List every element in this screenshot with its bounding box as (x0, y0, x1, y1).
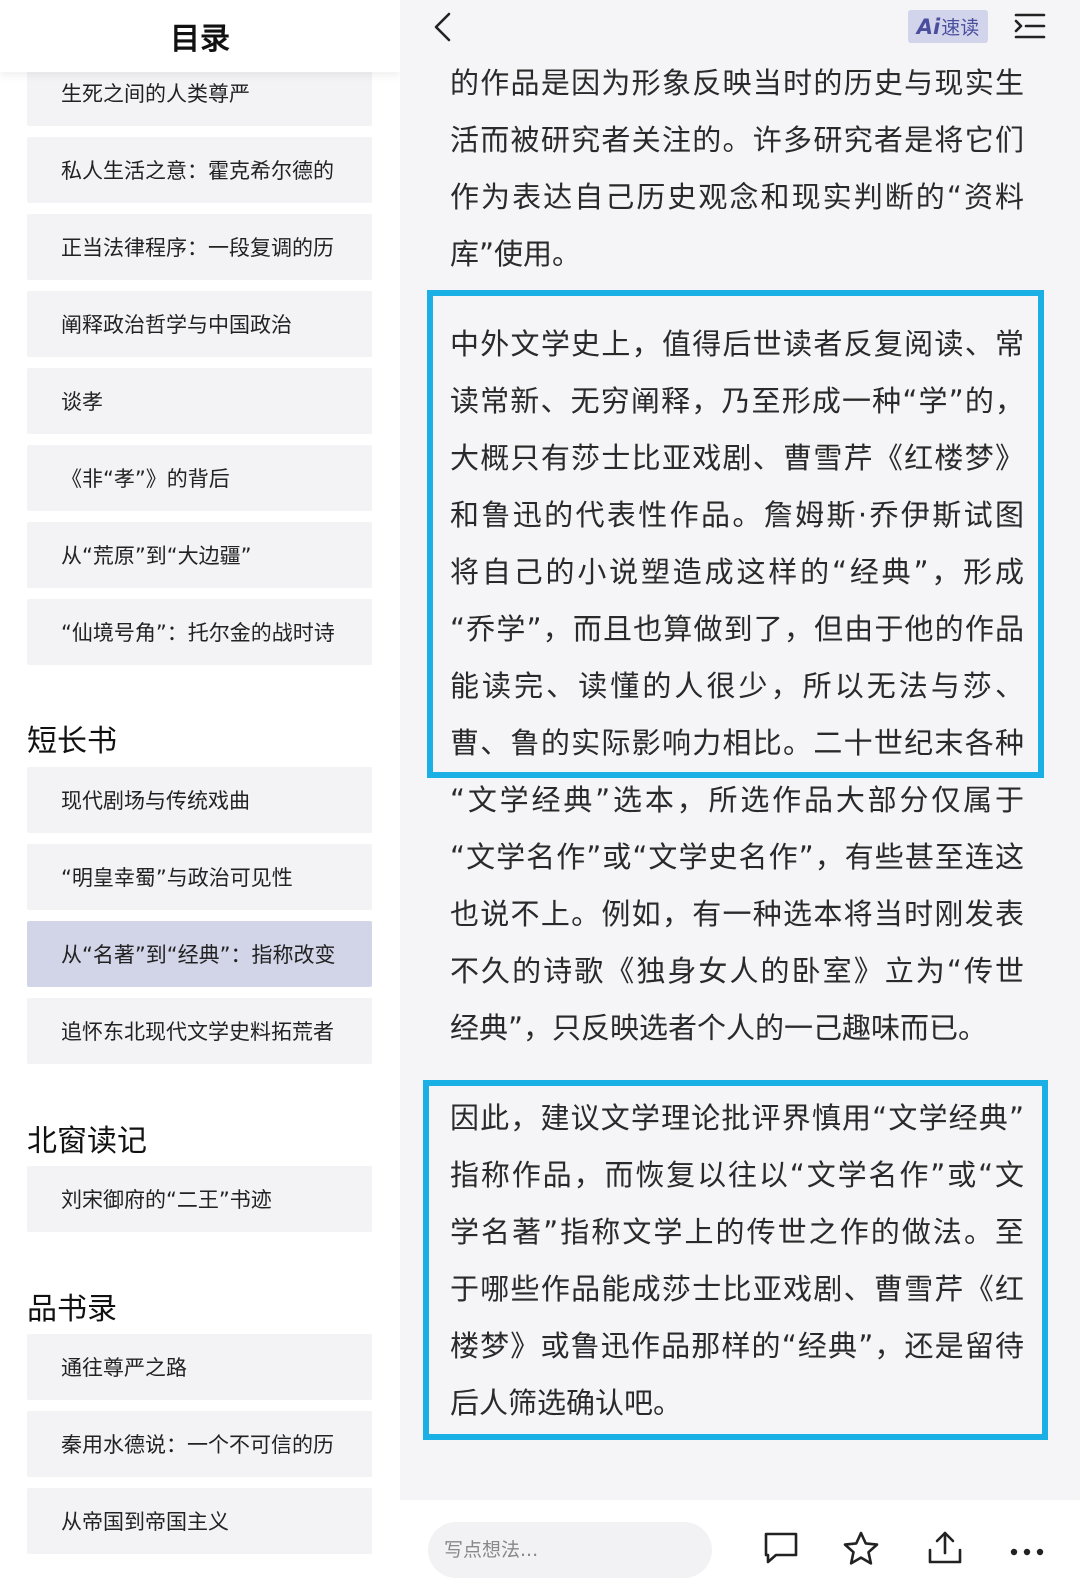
text-line: 因此，建议文学理论批评界慎用“文学经典” (450, 1101, 1024, 1135)
text-line: 读常新、无穷阐释，乃至形成一种“学”的， (450, 384, 1024, 418)
toc-item-label: 私人生活之意：霍克希尔德的 (61, 159, 334, 183)
toc-item[interactable]: 从“荒原”到“大边疆” (27, 522, 372, 588)
text-line: 大概只有莎士比亚戏剧、曹雪芹《红楼梦》 (450, 441, 1024, 475)
text-line: 作为表达自己历史观念和现实判断的“资料 (450, 180, 1024, 214)
toc-item[interactable]: 通往尊严之路 (27, 1334, 372, 1400)
text-line: 活而被研究者关注的。许多研究者是将它们 (450, 123, 1024, 157)
text-line: 的作品是因为形象反映当时的历史与现实生 (450, 66, 1024, 100)
toc-item-label: 秦用水德说：一个不可信的历 (61, 1433, 334, 1457)
toc-item[interactable]: 谈孝 (27, 368, 372, 434)
text-line: “文学经典”选本，所选作品大部分仅属于 (450, 783, 1024, 817)
ai-speed-read-button[interactable]: Ai 速读 (908, 10, 988, 43)
toc-item-active[interactable]: 从“名著”到“经典”：指称改变 (27, 921, 372, 987)
comment-input[interactable] (428, 1522, 712, 1578)
toc-item[interactable]: 秦用水德说：一个不可信的历 (27, 1411, 372, 1477)
text-line: 将自己的小说塑造成这样的“经典”，形成 (450, 555, 1024, 589)
comment-icon[interactable] (762, 1530, 800, 1566)
toc-item-label: “明皇幸蜀”与政治可见性 (61, 866, 293, 890)
toc-item[interactable]: 正当法律程序：一段复调的历 (27, 214, 372, 280)
toc-item[interactable]: 现代剧场与传统戏曲 (27, 767, 372, 833)
text-line: 曹、鲁的实际影响力相比。二十世纪末各种 (450, 726, 1024, 760)
toc-item[interactable]: 阐释政治哲学与中国政治 (27, 291, 372, 357)
toc-item[interactable]: 刘宋御府的“二王”书迹 (27, 1166, 372, 1232)
text-line: 能读完、读懂的人很少，所以无法与莎、 (450, 669, 1024, 703)
toc-item-label: 通往尊严之路 (61, 1356, 187, 1380)
text-line: 中外文学史上，值得后世读者反复阅读、常 (450, 327, 1024, 361)
text-line: 经典”，只反映选者个人的一己趣味而已。 (450, 1011, 988, 1045)
share-icon[interactable] (926, 1530, 964, 1566)
text-line: 不久的诗歌《独身女人的卧室》立为“传世 (450, 954, 1024, 988)
toc-item[interactable]: 从帝国到帝国主义 (27, 1488, 372, 1554)
toc-title: 目录 (170, 22, 230, 57)
toc-item-label: 刘宋御府的“二王”书迹 (61, 1188, 272, 1212)
toc-item-label: 阐释政治哲学与中国政治 (61, 313, 292, 337)
toc-section-title: 品书录 (27, 1292, 117, 1327)
star-icon[interactable] (842, 1530, 880, 1566)
toc-item-label: 正当法律程序：一段复调的历 (61, 236, 334, 260)
reader-panel: Ai 速读 的作品是因为形象反映当时的历史与现实生 活而被研究者关注的。许多研究… (400, 0, 1080, 1580)
toc-item-label: “仙境号角”：托尔金的战时诗 (61, 621, 335, 645)
text-line: 学名著”指称文学上的传世之作的做法。至 (450, 1215, 1024, 1249)
text-line: 指称作品，而恢复以往以“文学名作”或“文 (450, 1158, 1024, 1192)
toc-item-label: 《非“孝”》的背后 (61, 467, 230, 491)
bottom-bar (400, 1500, 1080, 1580)
text-line: 后人筛选确认吧。 (450, 1386, 683, 1420)
toc-item-label: 从“荒原”到“大边疆” (61, 544, 252, 568)
text-line: 和鲁迅的代表性作品。詹姆斯·乔伊斯试图 (450, 498, 1024, 532)
toc-section-title: 北窗读记 (27, 1124, 147, 1159)
text-line: 库”使用。 (450, 237, 582, 271)
toc-item-label: 谈孝 (61, 390, 103, 414)
toc-item-label: 现代剧场与传统戏曲 (61, 789, 250, 813)
toc-panel: 目录 生死之间的人类尊严 私人生活之意：霍克希尔德的 正当法律程序：一段复调的历… (0, 0, 400, 1580)
toc-item[interactable]: 追怀东北现代文学史料拓荒者 (27, 998, 372, 1064)
back-chevron-icon[interactable] (428, 10, 458, 44)
ai-badge-label: 速读 (941, 17, 980, 39)
toc-header: 目录 (0, 0, 400, 72)
text-line: “文学名作”或“文学史名作”，有些甚至连这 (450, 840, 1024, 874)
more-icon[interactable] (1008, 1530, 1046, 1566)
toc-item[interactable]: 私人生活之意：霍克希尔德的 (27, 137, 372, 203)
text-line: “乔学”，而且也算做到了，但由于他的作品 (450, 612, 1024, 646)
toc-list-icon[interactable] (1014, 12, 1046, 40)
toc-item-label: 追怀东北现代文学史料拓荒者 (61, 1020, 334, 1044)
text-line: 也说不上。例如，有一种选本将当时刚发表 (450, 897, 1024, 931)
text-line: 楼梦》或鲁迅作品那样的“经典”，还是留待 (450, 1329, 1024, 1363)
toc-item[interactable]: “明皇幸蜀”与政治可见性 (27, 844, 372, 910)
toc-item-label: 生死之间的人类尊严 (61, 82, 250, 106)
ai-mark: Ai (916, 14, 941, 39)
text-line: 于哪些作品能成莎士比亚戏剧、曹雪芹《红 (450, 1272, 1024, 1306)
toc-item[interactable]: “仙境号角”：托尔金的战时诗 (27, 599, 372, 665)
toc-item[interactable]: 《非“孝”》的背后 (27, 445, 372, 511)
toc-item-label: 从帝国到帝国主义 (61, 1510, 229, 1534)
toc-item-label: 从“名著”到“经典”：指称改变 (61, 943, 336, 967)
toc-section-title: 短长书 (27, 724, 117, 759)
